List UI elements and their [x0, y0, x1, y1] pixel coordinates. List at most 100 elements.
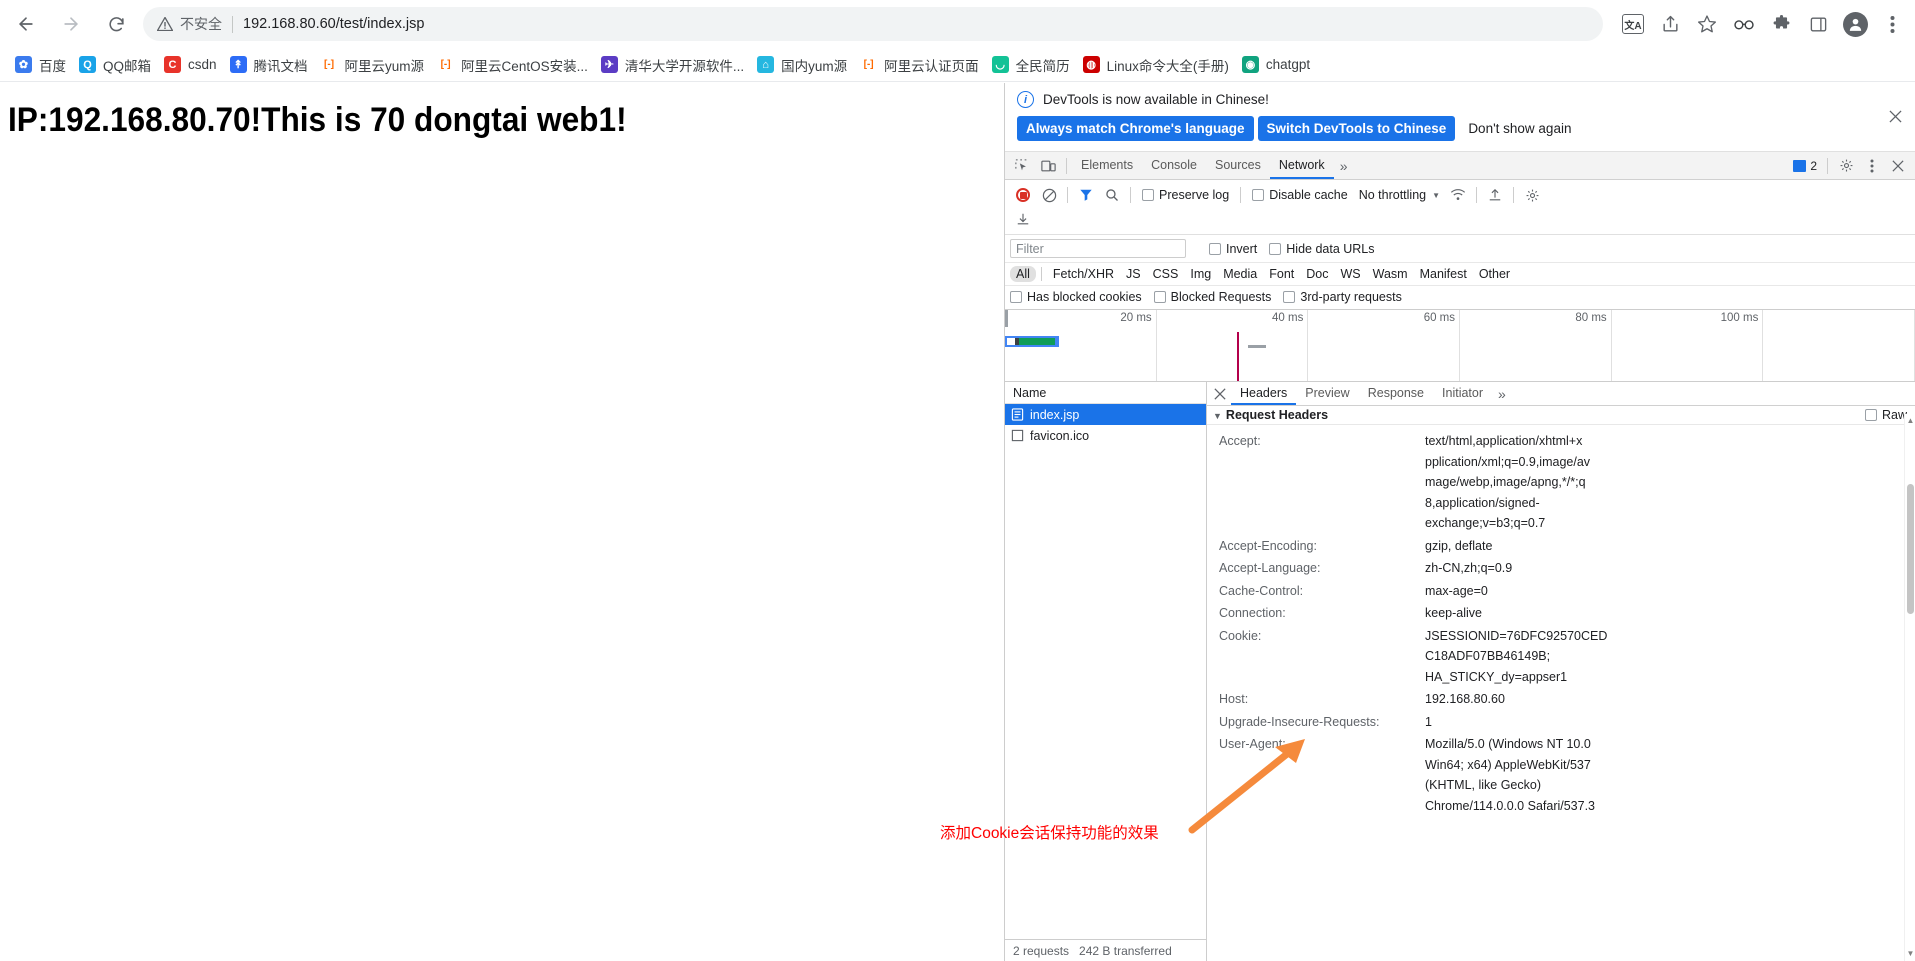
raw-toggle[interactable]: Raw — [1864, 408, 1907, 422]
clear-button[interactable] — [1036, 183, 1062, 207]
inspect-element-button[interactable] — [1009, 154, 1035, 178]
headers-scrollbar[interactable]: ▲ ▼ — [1904, 414, 1915, 961]
address-bar[interactable]: 不安全 192.168.80.60/test/index.jsp — [143, 7, 1603, 41]
search-button[interactable] — [1099, 183, 1125, 207]
issues-counter-button[interactable]: 2 — [1788, 158, 1822, 174]
device-toolbar-button[interactable] — [1035, 154, 1061, 178]
type-filter-doc[interactable]: Doc — [1300, 266, 1334, 282]
header-row: Cookie: JSESSIONID=76DFC92570CED C18ADF07… — [1207, 625, 1915, 689]
always-match-language-button[interactable]: Always match Chrome's language — [1017, 116, 1254, 141]
checkbox-box — [1142, 189, 1154, 201]
detail-tab-initiator[interactable]: Initiator — [1433, 382, 1492, 405]
toolbar-icons: 文A — [1613, 7, 1915, 41]
type-filter-fetch-xhr[interactable]: Fetch/XHR — [1047, 266, 1120, 282]
type-filter-js[interactable]: JS — [1120, 266, 1147, 282]
not-secure-warning-icon — [157, 17, 173, 31]
type-filter-font[interactable]: Font — [1263, 266, 1300, 282]
devtools-settings-button[interactable] — [1833, 154, 1859, 178]
type-filter-css[interactable]: CSS — [1147, 266, 1185, 282]
bookmark-favicon-icon: [-] — [324, 59, 335, 70]
checkbox-box — [1864, 409, 1877, 421]
detail-more-tabs-button[interactable]: » — [1492, 386, 1512, 402]
share-button[interactable] — [1653, 7, 1687, 41]
devtools-more-button[interactable] — [1859, 154, 1885, 178]
bookmark-item[interactable]: [-] 阿里云yum源 — [317, 51, 434, 79]
type-filter-all[interactable]: All — [1010, 266, 1036, 282]
detail-tab-preview[interactable]: Preview — [1296, 382, 1358, 405]
network-conditions-button[interactable] — [1445, 183, 1471, 207]
header-row: Accept-Encoding: gzip, deflate — [1207, 535, 1915, 558]
scrollbar-thumb[interactable] — [1907, 484, 1914, 614]
bookmark-item[interactable]: [-] 阿里云认证页面 — [856, 51, 988, 79]
preserve-log-label: Preserve log — [1159, 188, 1230, 202]
clear-icon — [1042, 188, 1056, 202]
blocked-filter-3rd-party-requests[interactable]: 3rd-party requests — [1277, 290, 1407, 304]
profile-button[interactable] — [1838, 7, 1872, 41]
type-filter-ws[interactable]: WS — [1334, 266, 1366, 282]
translate-button[interactable]: 文A — [1616, 7, 1650, 41]
filter-toggle-button[interactable] — [1073, 183, 1099, 207]
tab-console[interactable]: Console — [1142, 152, 1206, 179]
reload-button[interactable] — [97, 5, 135, 43]
request-list[interactable]: index.jsp favicon.ico — [1005, 404, 1206, 939]
detail-close-button[interactable] — [1209, 383, 1231, 405]
bookmark-item[interactable]: [-] 阿里云CentOS安装... — [433, 51, 597, 79]
import-har-button[interactable] — [1482, 183, 1508, 207]
request-detail-pane: Headers Preview Response Initiator » ▼ Reque… — [1207, 382, 1915, 961]
dont-show-again-button[interactable]: Don't show again — [1459, 116, 1581, 141]
devtools-close-button[interactable] — [1885, 154, 1911, 178]
bookmark-button[interactable] — [1690, 7, 1724, 41]
request-row[interactable]: favicon.ico — [1005, 425, 1206, 446]
disable-cache-checkbox[interactable]: Disable cache — [1246, 188, 1354, 202]
headers-scroll-area[interactable]: ▼ Request Headers Raw Accept: text/html,ap… — [1207, 406, 1915, 961]
bookmark-item[interactable]: ✿ 百度 — [11, 51, 75, 79]
switch-devtools-language-button[interactable]: Switch DevTools to Chinese — [1257, 116, 1456, 141]
bookmark-item[interactable]: ✈ 清华大学开源软件... — [597, 51, 753, 79]
extension-profile-button[interactable] — [1727, 7, 1761, 41]
type-filter-media[interactable]: Media — [1217, 266, 1263, 282]
bookmark-item[interactable]: ⌂ 国内yum源 — [753, 51, 856, 79]
banner-close-button[interactable] — [1884, 105, 1906, 127]
chrome-menu-button[interactable] — [1875, 7, 1909, 41]
side-panel-button[interactable] — [1801, 7, 1835, 41]
bookmark-item[interactable]: Ccsdn — [160, 51, 226, 79]
type-filter-other[interactable]: Other — [1473, 266, 1516, 282]
type-filter-manifest[interactable]: Manifest — [1414, 266, 1473, 282]
bookmark-item[interactable]: ◡ 全民简历 — [988, 51, 1079, 79]
record-button[interactable] — [1010, 183, 1036, 207]
tab-sources[interactable]: Sources — [1206, 152, 1270, 179]
summary-item: 2 requests — [1013, 943, 1070, 958]
network-settings-button[interactable] — [1519, 183, 1545, 207]
export-har-button[interactable] — [1010, 207, 1036, 231]
bookmark-item[interactable]: ◉ chatgpt — [1238, 51, 1319, 79]
puzzle-icon — [1773, 14, 1789, 28]
tab-elements[interactable]: Elements — [1072, 152, 1142, 179]
type-filter-img[interactable]: Img — [1184, 266, 1217, 282]
scroll-down-arrow-icon[interactable]: ▼ — [1906, 949, 1915, 958]
preserve-log-checkbox[interactable]: Preserve log — [1136, 188, 1235, 202]
forward-button[interactable] — [52, 5, 90, 43]
bookmark-item[interactable]: ↟ 腾讯文档 — [226, 51, 317, 79]
invert-checkbox[interactable]: Invert — [1203, 242, 1263, 256]
request-row[interactable]: index.jsp — [1005, 404, 1206, 425]
extensions-button[interactable] — [1764, 7, 1798, 41]
blocked-filter-has-blocked-cookies[interactable]: Has blocked cookies — [1010, 290, 1148, 304]
request-name: favicon.ico — [1030, 428, 1090, 443]
filter-input[interactable] — [1010, 239, 1186, 258]
tab-network[interactable]: Network — [1269, 152, 1334, 179]
hide-data-urls-checkbox[interactable]: Hide data URLs — [1263, 242, 1380, 256]
bookmark-item[interactable]: Q QQ邮箱 — [75, 51, 160, 79]
blocked-filter-blocked-requests[interactable]: Blocked Requests — [1148, 290, 1278, 304]
detail-tab-response[interactable]: Response — [1359, 382, 1433, 405]
detail-tab-headers[interactable]: Headers — [1231, 382, 1297, 405]
throttling-select[interactable]: No throttling ▼ — [1354, 188, 1445, 202]
bookmark-label: csdn — [188, 57, 217, 72]
scroll-up-arrow-icon[interactable]: ▲ — [1906, 416, 1915, 425]
more-tabs-button[interactable]: » — [1334, 158, 1354, 174]
bookmark-item[interactable]: ◍ Linux命令大全(手册) — [1079, 51, 1238, 79]
request-headers-section-header[interactable]: ▼ Request Headers Raw — [1207, 406, 1915, 425]
overview-grid-cell: 80 ms — [1460, 310, 1612, 381]
type-filter-wasm[interactable]: Wasm — [1367, 266, 1414, 282]
network-overview-timeline[interactable]: 20 ms 40 ms 60 ms 80 ms 100 ms — [1005, 310, 1915, 382]
back-button[interactable] — [7, 5, 45, 43]
